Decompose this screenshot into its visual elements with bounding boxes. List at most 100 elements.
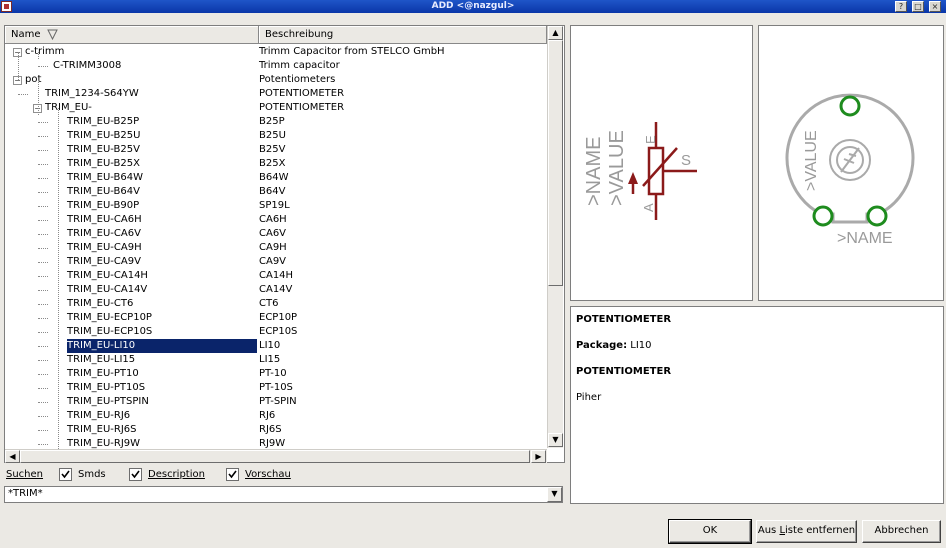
tree-connector: [38, 332, 48, 333]
remove-from-list-button[interactable]: Aus Liste entfernen: [756, 520, 857, 543]
row-name: TRIM_EU-PTSPIN: [67, 396, 149, 407]
table-row[interactable]: TRIM_EU-B25P B25P: [5, 115, 547, 129]
device-list[interactable]: Name Beschreibung − c-trimm Trimm Capacito…: [4, 25, 565, 463]
table-row[interactable]: TRIM_EU-B64W B64W: [5, 171, 547, 185]
vorschau-checkbox[interactable]: [226, 468, 239, 481]
vertical-scrollbar[interactable]: ▲ ▼: [547, 26, 563, 448]
description-checkbox[interactable]: [129, 468, 142, 481]
column-header-name-label: Name: [11, 29, 41, 40]
package-label: Package:: [576, 340, 628, 351]
horizontal-scroll-thumb[interactable]: [20, 450, 530, 463]
package-name-label: >NAME: [837, 230, 893, 247]
table-row[interactable]: TRIM_EU-LI15 LI15: [5, 353, 547, 367]
tree-connector: [38, 136, 48, 137]
check-icon: [61, 470, 70, 479]
row-name: TRIM_EU-B25U: [67, 130, 141, 141]
row-description: PT-SPIN: [259, 396, 297, 407]
scroll-left-icon[interactable]: ◀: [5, 450, 20, 463]
row-name: TRIM_EU-B90P: [67, 200, 140, 211]
row-description: Potentiometers: [259, 74, 336, 85]
vertical-scroll-thumb[interactable]: [548, 40, 563, 286]
tree-connector: [58, 108, 59, 449]
tree-connector: [38, 360, 48, 361]
search-options: Suchen Smds Description Vorschau: [0, 467, 566, 483]
table-row[interactable]: C-TRIMM3008 Trimm capacitor: [5, 59, 547, 73]
table-row[interactable]: TRIM_EU-ECP10P ECP10P: [5, 311, 547, 325]
cancel-button[interactable]: Abbrechen: [862, 520, 941, 543]
table-row[interactable]: TRIM_EU-B25V B25V: [5, 143, 547, 157]
table-row[interactable]: TRIM_EU-CA9V CA9V: [5, 255, 547, 269]
scroll-down-icon[interactable]: ▼: [548, 433, 563, 447]
title-bar: ADD <@nazgul> ? □ ×: [0, 0, 946, 13]
table-row[interactable]: TRIM_EU-B25X B25X: [5, 157, 547, 171]
row-description: B25V: [259, 144, 286, 155]
scroll-right-icon[interactable]: ▶: [531, 450, 546, 463]
symbol-value-label: >VALUE: [606, 130, 628, 206]
table-row[interactable]: TRIM_EU-LI10 LI10: [5, 339, 547, 353]
table-row[interactable]: TRIM_EU-PTSPIN PT-SPIN: [5, 395, 547, 409]
scroll-up-icon[interactable]: ▲: [548, 26, 563, 40]
table-row[interactable]: − c-trimm Trimm Capacitor from STELCO GmbH: [5, 45, 547, 59]
table-row[interactable]: TRIM_EU-CA14V CA14V: [5, 283, 547, 297]
close-icon[interactable]: ×: [929, 1, 941, 12]
device-rows: − c-trimm Trimm Capacitor from STELCO GmbH…: [5, 45, 547, 449]
table-row[interactable]: TRIM_1234-S64YW POTENTIOMETER: [5, 87, 547, 101]
row-description: ECP10S: [259, 326, 298, 337]
tree-connector: [38, 374, 48, 375]
table-row[interactable]: − pot Potentiometers: [5, 73, 547, 87]
row-name: TRIM_EU-CA14V: [67, 284, 148, 295]
row-name: TRIM_EU-CA9H: [67, 242, 142, 253]
column-header-name[interactable]: Name: [5, 26, 259, 44]
tree-connector: [38, 122, 48, 123]
ok-button[interactable]: OK: [668, 519, 752, 544]
pin-a-label: A: [641, 203, 656, 212]
description-label: Description: [148, 469, 205, 480]
row-description: POTENTIOMETER: [259, 102, 345, 113]
tree-connector: [18, 94, 28, 95]
table-row[interactable]: TRIM_EU-ECP10S ECP10S: [5, 325, 547, 339]
row-description: POTENTIOMETER: [259, 88, 345, 99]
package-value-label: >VALUE: [803, 130, 820, 191]
tree-connector: [38, 234, 48, 235]
horizontal-scrollbar[interactable]: ◀ ▶: [5, 449, 547, 463]
row-description: Trimm Capacitor from STELCO GmbH: [259, 46, 445, 57]
vendor-text: Piher: [576, 392, 602, 403]
row-description: ECP10P: [259, 312, 298, 323]
table-row[interactable]: − TRIM_EU- POTENTIOMETER: [5, 101, 547, 115]
table-row[interactable]: TRIM_EU-CA6V CA6V: [5, 227, 547, 241]
search-input-value: *TRIM*: [8, 488, 43, 499]
help-icon[interactable]: ?: [895, 1, 907, 12]
table-row[interactable]: TRIM_EU-CA14H CA14H: [5, 269, 547, 283]
chevron-down-icon[interactable]: ▼: [547, 487, 562, 502]
table-row[interactable]: TRIM_EU-RJ6S RJ6S: [5, 423, 547, 437]
row-name: TRIM_EU-B25X: [67, 158, 140, 169]
table-row[interactable]: TRIM_EU-CT6 CT6: [5, 297, 547, 311]
column-header-description[interactable]: Beschreibung: [259, 26, 547, 44]
tree-connector: [38, 52, 39, 59]
search-input[interactable]: *TRIM* ▼: [4, 486, 563, 503]
table-row[interactable]: TRIM_EU-PT10 PT-10: [5, 367, 547, 381]
vorschau-label: Vorschau: [245, 469, 291, 480]
row-name: TRIM_EU-CA9V: [67, 256, 141, 267]
table-row[interactable]: TRIM_EU-CA6H CA6H: [5, 213, 547, 227]
window-title: ADD <@nazgul>: [431, 1, 515, 11]
row-name: TRIM_EU-CA6H: [67, 214, 142, 225]
device-heading: POTENTIOMETER: [576, 366, 672, 377]
table-row[interactable]: TRIM_EU-B90P SP19L: [5, 199, 547, 213]
remove-button-prefix: Aus: [757, 525, 780, 536]
table-row[interactable]: TRIM_EU-CA9H CA9H: [5, 241, 547, 255]
row-name: c-trimm: [25, 46, 65, 57]
row-name: TRIM_EU-PT10: [67, 368, 139, 379]
table-row[interactable]: TRIM_EU-B64V B64V: [5, 185, 547, 199]
smds-checkbox[interactable]: [59, 468, 72, 481]
sort-descending-icon: [47, 29, 58, 40]
table-row[interactable]: TRIM_EU-PT10S PT-10S: [5, 381, 547, 395]
row-name: TRIM_EU-LI10: [67, 339, 257, 353]
table-row[interactable]: TRIM_EU-RJ9W RJ9W: [5, 437, 547, 449]
maximize-icon[interactable]: □: [912, 1, 924, 12]
table-row[interactable]: TRIM_EU-B25U B25U: [5, 129, 547, 143]
tree-connector: [38, 164, 48, 165]
row-name: TRIM_EU-B64W: [67, 172, 143, 183]
table-row[interactable]: TRIM_EU-RJ6 RJ6: [5, 409, 547, 423]
remove-button-suffix: iste entfernen: [785, 525, 856, 536]
